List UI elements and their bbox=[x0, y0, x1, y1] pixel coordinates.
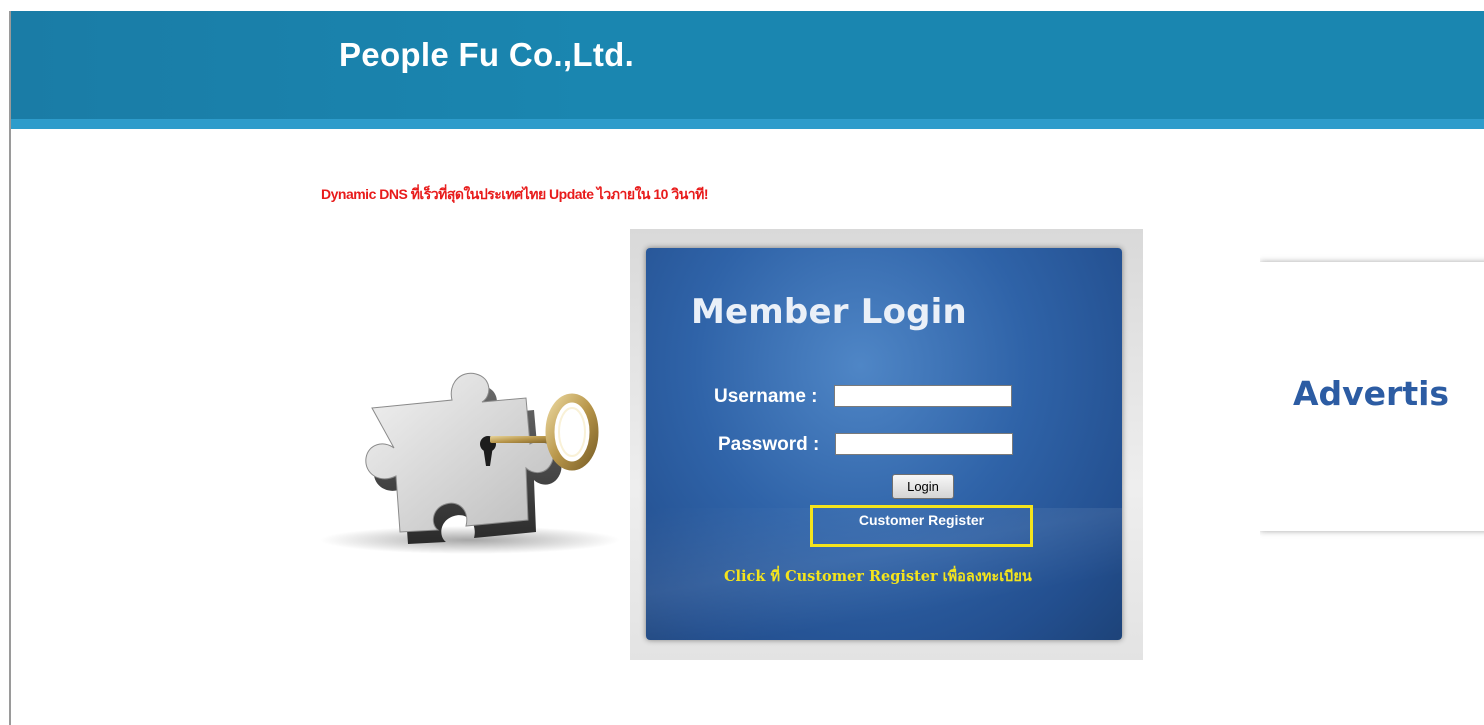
site-header: People Fu Co.,Ltd. bbox=[11, 11, 1484, 119]
login-button[interactable]: Login bbox=[892, 474, 954, 499]
password-label: Password : bbox=[718, 434, 820, 455]
advertisement-clip: Advertis bbox=[1260, 250, 1484, 550]
username-label: Username : bbox=[714, 386, 818, 407]
header-bottom-stripe bbox=[11, 119, 1484, 129]
customer-register-link[interactable]: Customer Register bbox=[813, 512, 1030, 528]
login-heading: Member Login bbox=[691, 292, 967, 332]
page: People Fu Co.,Ltd. Dynamic DNS ที่เร็วที… bbox=[0, 0, 1484, 725]
password-input[interactable] bbox=[835, 433, 1013, 455]
advertisement-text: Advertis bbox=[1293, 374, 1450, 413]
register-highlight-box: Customer Register bbox=[810, 505, 1033, 547]
puzzle-key-icon bbox=[320, 372, 620, 554]
register-hint: Click ที่ Customer Register เพื่อลงทะเบี… bbox=[724, 568, 1032, 585]
login-panel: Member Login Username : Password : Login… bbox=[646, 248, 1122, 640]
site-title: People Fu Co.,Ltd. bbox=[339, 36, 635, 73]
promo-text: Dynamic DNS ที่เร็วที่สุดในประเทศไทย Upd… bbox=[321, 186, 709, 202]
advertisement-banner[interactable]: Advertis bbox=[1260, 262, 1484, 531]
username-input[interactable] bbox=[834, 385, 1012, 407]
